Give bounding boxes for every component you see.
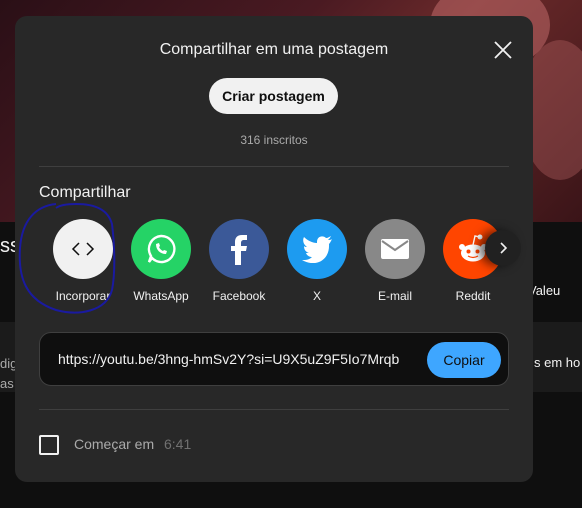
share-email[interactable]: E-mail <box>356 219 434 303</box>
divider <box>39 166 509 167</box>
create-post-button[interactable]: Criar postagem <box>209 78 338 114</box>
start-at-time[interactable]: 6:41 <box>164 436 191 452</box>
share-label-facebook: Facebook <box>212 289 266 303</box>
description-fragment-right: s em ho <box>534 355 581 370</box>
share-label-x: X <box>312 289 321 303</box>
share-dialog: Compartilhar em uma postagem Criar posta… <box>15 16 533 482</box>
start-at-label: Começar em <box>74 436 155 452</box>
copy-button[interactable]: Copiar <box>427 342 501 378</box>
close-icon <box>494 41 512 59</box>
share-embed[interactable]: Incorporar <box>44 219 122 303</box>
share-label-embed: Incorporar <box>55 289 111 303</box>
scroll-right-button[interactable] <box>485 230 521 266</box>
share-whatsapp[interactable]: WhatsApp <box>122 219 200 303</box>
twitter-bird-icon <box>287 219 347 279</box>
share-reddit[interactable]: Reddit <box>434 219 499 303</box>
share-label-reddit: Reddit <box>455 289 491 303</box>
share-label-whatsapp: WhatsApp <box>133 289 189 303</box>
facebook-icon <box>209 219 269 279</box>
share-url-field[interactable]: https://youtu.be/3hng-hmSv2Y?si=U9X5uZ9F… <box>39 332 509 386</box>
share-heading: Compartilhar <box>39 184 131 201</box>
share-url[interactable]: https://youtu.be/3hng-hmSv2Y?si=U9X5uZ9F… <box>58 351 399 367</box>
email-icon <box>365 219 425 279</box>
close-button[interactable] <box>491 38 515 62</box>
divider <box>39 409 509 410</box>
share-targets-row: Incorporar WhatsApp Facebook X E-mail Re… <box>44 219 499 309</box>
chevron-right-icon <box>500 242 508 254</box>
subscriber-count: 316 inscritos <box>240 133 308 147</box>
start-at-checkbox[interactable] <box>39 435 59 455</box>
whatsapp-icon <box>131 219 191 279</box>
embed-icon <box>53 219 113 279</box>
share-label-email: E-mail <box>377 289 412 303</box>
dialog-title: Compartilhar em uma postagem <box>159 41 389 58</box>
share-facebook[interactable]: Facebook <box>200 219 278 303</box>
share-x[interactable]: X <box>278 219 356 303</box>
